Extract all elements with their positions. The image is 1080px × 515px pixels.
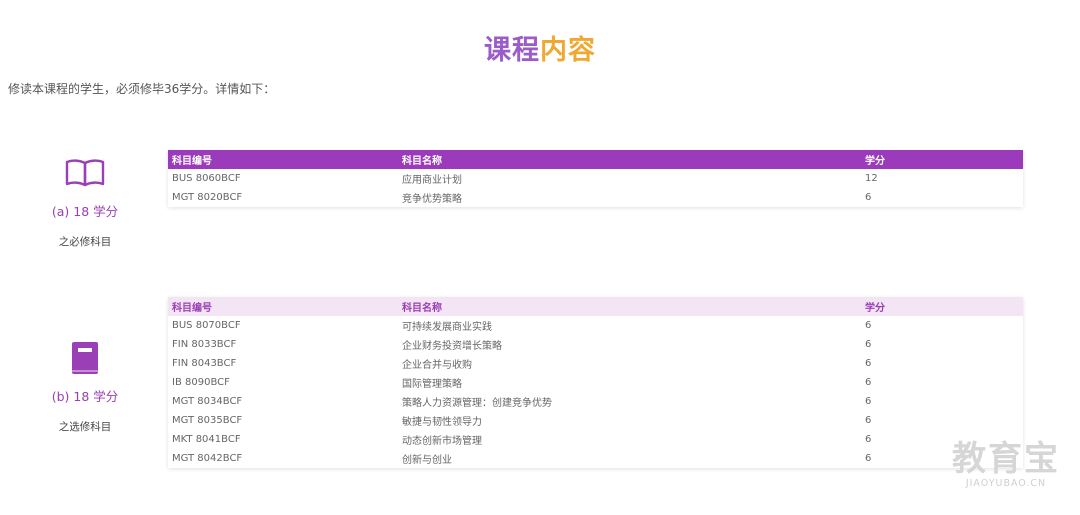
column-header-code: 科目编号	[168, 297, 398, 316]
closed-book-icon	[40, 338, 130, 378]
course-code: MGT 8020BCF	[172, 192, 243, 203]
course-name: 应用商业计划	[402, 175, 462, 186]
course-name: 企业合并与收购	[402, 360, 472, 371]
course-name: 创新与创业	[402, 455, 452, 466]
column-header-code: 科目编号	[168, 150, 398, 169]
required-courses-table: 科目编号 科目名称 学分 BUS 8060BCF 应用商业计划 12 MGT 8…	[168, 150, 1023, 207]
course-code: FIN 8043BCF	[172, 358, 237, 369]
table-header-row: 科目编号 科目名称 学分	[168, 297, 1023, 316]
course-credits: 6	[865, 192, 872, 203]
column-header-credits: 学分	[861, 150, 1023, 169]
course-credits: 6	[865, 415, 872, 426]
page-title: 课程内容	[0, 28, 1080, 67]
table-row: MGT 8020BCF 竞争优势策略 6	[168, 188, 1023, 207]
course-code: FIN 8033BCF	[172, 339, 237, 350]
course-name: 可持续发展商业实践	[402, 322, 492, 333]
elective-credits: (b) 18 学分	[51, 389, 119, 404]
required-credits: (a) 18 学分	[51, 204, 119, 219]
course-code: BUS 8060BCF	[172, 173, 241, 184]
table-row: MGT 8034BCF 策略人力资源管理：创建竞争优势 6	[168, 392, 1023, 411]
course-credits: 6	[865, 339, 872, 350]
course-code: MGT 8042BCF	[172, 453, 243, 464]
table-row: FIN 8033BCF 企业财务投资增长策略 6	[168, 335, 1023, 354]
course-credits: 6	[865, 396, 872, 407]
table-row: MGT 8035BCF 敏捷与韧性领导力 6	[168, 411, 1023, 430]
title-part-2: 内容	[540, 35, 596, 66]
course-credits: 6	[865, 377, 872, 388]
course-name: 国际管理策略	[402, 379, 462, 390]
table-row: MGT 8042BCF 创新与创业 6	[168, 449, 1023, 468]
intro-text: 修读本课程的学生，必须修毕36学分。详情如下：	[8, 82, 276, 96]
course-code: MGT 8034BCF	[172, 396, 243, 407]
course-name: 竞争优势策略	[402, 194, 462, 205]
required-summary: (a) 18 学分 之必修科目	[40, 153, 130, 249]
elective-summary: (b) 18 学分 之选修科目	[40, 338, 130, 434]
course-credits: 12	[865, 173, 878, 184]
table-row: MKT 8041BCF 动态创新市场管理 6	[168, 430, 1023, 449]
course-name: 企业财务投资增长策略	[402, 341, 502, 352]
table-row: BUS 8070BCF 可持续发展商业实践 6	[168, 316, 1023, 335]
table-row: IB 8090BCF 国际管理策略 6	[168, 373, 1023, 392]
course-code: MGT 8035BCF	[172, 415, 243, 426]
elective-label: 之选修科目	[58, 421, 112, 433]
required-label: 之必修科目	[58, 236, 112, 248]
course-credits: 6	[865, 320, 872, 331]
title-part-1: 课程	[484, 35, 540, 66]
course-credits: 6	[865, 358, 872, 369]
watermark-logo: 教育宝 JIAOYUBAO.CN	[952, 440, 1060, 489]
course-code: IB 8090BCF	[172, 377, 230, 388]
course-name: 敏捷与韧性领导力	[402, 417, 482, 428]
course-name: 动态创新市场管理	[402, 436, 482, 447]
elective-courses-table: 科目编号 科目名称 学分 BUS 8070BCF 可持续发展商业实践 6 FIN…	[168, 297, 1023, 468]
open-book-icon	[40, 153, 130, 193]
course-code: MKT 8041BCF	[172, 434, 241, 445]
column-header-credits: 学分	[861, 297, 1023, 316]
column-header-name: 科目名称	[398, 297, 861, 316]
course-name: 策略人力资源管理：创建竞争优势	[402, 398, 552, 409]
table-row: FIN 8043BCF 企业合并与收购 6	[168, 354, 1023, 373]
watermark-url: JIAOYUBAO.CN	[965, 478, 1047, 489]
watermark-main: 教育宝	[952, 439, 1060, 479]
column-header-name: 科目名称	[398, 150, 861, 169]
table-header-row: 科目编号 科目名称 学分	[168, 150, 1023, 169]
course-code: BUS 8070BCF	[172, 320, 241, 331]
table-row: BUS 8060BCF 应用商业计划 12	[168, 169, 1023, 188]
